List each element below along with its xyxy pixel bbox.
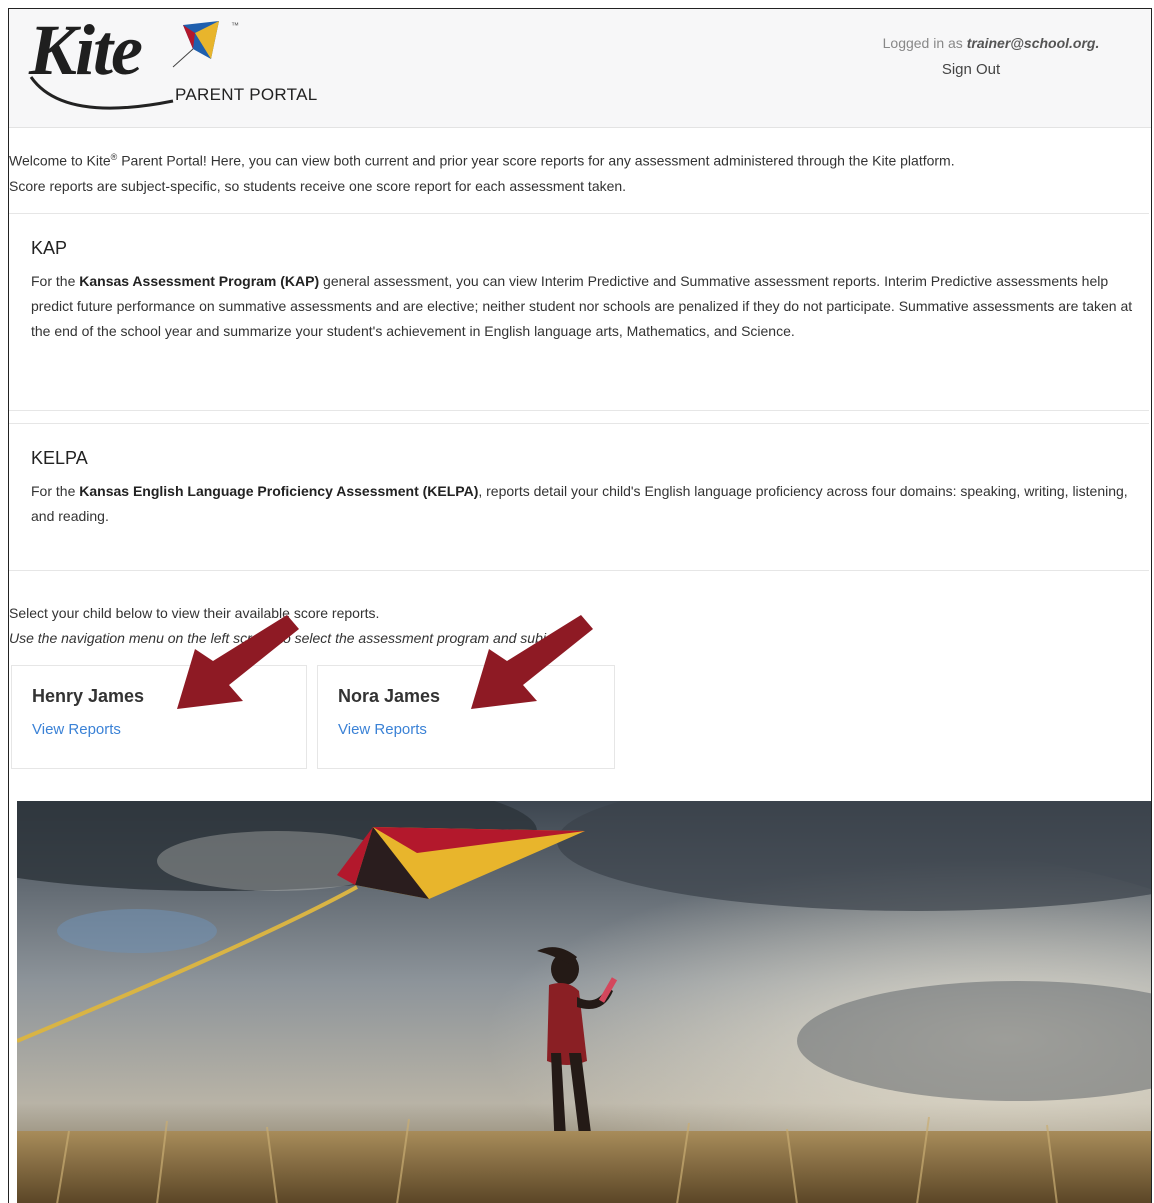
sign-out-link[interactable]: Sign Out — [942, 61, 1000, 78]
logged-in-text: Logged in as trainer@school.org. — [841, 35, 1141, 51]
kelpa-panel: KELPA For the Kansas English Language Pr… — [9, 423, 1149, 571]
kap-text-pre: For the — [31, 273, 80, 289]
welcome-line2: Score reports are subject-specific, so s… — [9, 177, 627, 194]
kelpa-title: KELPA — [31, 448, 88, 468]
select-line1: Select your child below to view their av… — [9, 605, 380, 621]
child-name: Henry James — [32, 686, 145, 706]
logo-subtitle: PARENT PORTAL — [175, 85, 318, 104]
user-area: Logged in as trainer@school.org. Sign Ou… — [841, 35, 1141, 78]
child-card-henry: Henry James View Reports — [11, 665, 307, 769]
welcome-part2: Parent Portal! Here, you can view both c… — [117, 152, 955, 169]
child-name: Nora James — [338, 686, 441, 706]
kap-description: For the Kansas Assessment Program (KAP) … — [31, 269, 1135, 344]
header: Kite ™ PARENT PORTAL Logged in as traine… — [9, 9, 1151, 128]
child-card-nora: Nora James View Reports — [317, 665, 615, 769]
kelpa-bold: Kansas English Language Proficiency Asse… — [79, 483, 479, 499]
logo-trademark: ™ — [231, 21, 239, 30]
user-email: trainer@school.org. — [966, 35, 1100, 51]
welcome-text: Welcome to Kite® Parent Portal! Here, yo… — [9, 145, 1149, 199]
logged-in-prefix: Logged in as — [882, 35, 963, 51]
kap-title: KAP — [31, 238, 68, 258]
view-reports-link[interactable]: View Reports — [32, 721, 121, 738]
select-child-instructions: Select your child below to view their av… — [9, 601, 569, 651]
logo-word: Kite — [29, 10, 143, 90]
select-line2: Use the navigation menu on the left scre… — [9, 630, 569, 646]
kite-photo-illustration — [17, 801, 1151, 1203]
kap-bold: Kansas Assessment Program (KAP) — [79, 273, 320, 289]
welcome-part1: Welcome to Kite — [9, 152, 111, 169]
kelpa-text-pre: For the — [31, 483, 80, 499]
kite-hero-photo — [17, 801, 1151, 1203]
view-reports-link[interactable]: View Reports — [338, 721, 427, 738]
kite-logo[interactable]: Kite ™ PARENT PORTAL — [23, 10, 323, 123]
kelpa-description: For the Kansas English Language Proficie… — [31, 479, 1135, 529]
browser-frame: Kite ™ PARENT PORTAL Logged in as traine… — [8, 8, 1152, 1203]
kap-panel: KAP For the Kansas Assessment Program (K… — [9, 213, 1149, 411]
